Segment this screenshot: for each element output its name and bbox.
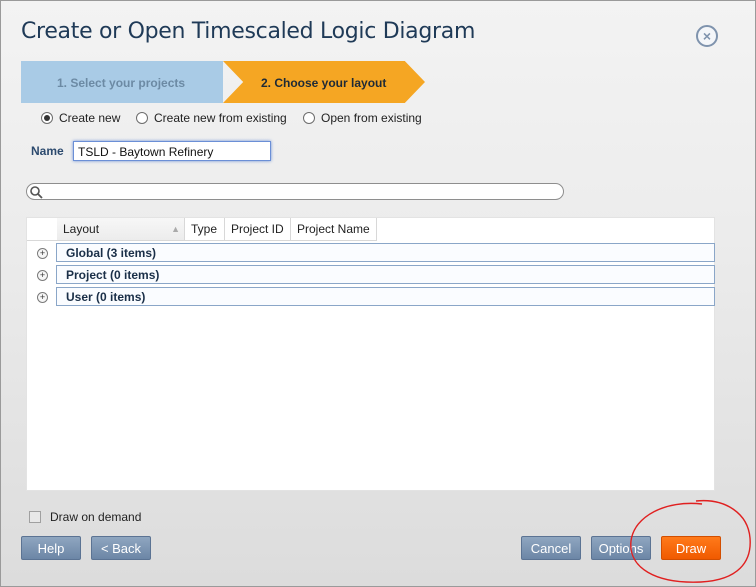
- radio-create-new-from-existing[interactable]: Create new from existing: [136, 111, 287, 125]
- radio-unselected-icon[interactable]: [303, 112, 315, 124]
- wizard-step-1-label: 1. Select your projects: [57, 76, 186, 90]
- search-icon: [30, 186, 43, 199]
- name-input[interactable]: TSLD - Baytown Refinery: [73, 141, 271, 161]
- group-label: Project (0 items): [56, 265, 715, 284]
- expand-icon[interactable]: +: [37, 270, 48, 281]
- dialog-title: Create or Open Timescaled Logic Diagram: [21, 19, 476, 44]
- column-header-layout[interactable]: Layout ▲: [57, 218, 185, 240]
- column-header-project-id[interactable]: Project ID: [225, 218, 291, 240]
- group-row-global[interactable]: + Global (3 items): [27, 243, 716, 263]
- radio-create-from-existing-label: Create new from existing: [154, 111, 287, 125]
- radio-unselected-icon[interactable]: [136, 112, 148, 124]
- search-input[interactable]: [26, 183, 564, 200]
- column-header-type[interactable]: Type: [185, 218, 225, 240]
- grid-header: Layout ▲ Type Project ID Project Name: [27, 218, 377, 241]
- expand-icon[interactable]: +: [37, 292, 48, 303]
- back-button[interactable]: < Back: [91, 536, 151, 560]
- group-row-user[interactable]: + User (0 items): [27, 287, 716, 307]
- expand-icon[interactable]: +: [37, 248, 48, 259]
- dialog-window: Create or Open Timescaled Logic Diagram …: [0, 0, 756, 587]
- close-icon[interactable]: ×: [696, 25, 718, 47]
- draw-on-demand-checkbox[interactable]: [29, 511, 41, 523]
- group-label: Global (3 items): [56, 243, 715, 262]
- group-row-project[interactable]: + Project (0 items): [27, 265, 716, 285]
- sort-icon: ▲: [171, 224, 180, 234]
- radio-selected-icon[interactable]: [41, 112, 53, 124]
- wizard-steps: 1. Select your projects 2. Choose your l…: [21, 61, 431, 103]
- help-button[interactable]: Help: [21, 536, 81, 560]
- column-header-project-name[interactable]: Project Name: [291, 218, 377, 240]
- name-label: Name: [31, 144, 64, 158]
- cancel-button[interactable]: Cancel: [521, 536, 581, 560]
- column-header-layout-label: Layout: [63, 222, 100, 236]
- radio-create-new[interactable]: Create new: [41, 111, 120, 125]
- radio-create-new-label: Create new: [59, 111, 121, 125]
- layout-grid: Layout ▲ Type Project ID Project Name + …: [26, 217, 715, 491]
- draw-button[interactable]: Draw: [661, 536, 721, 560]
- draw-on-demand-option[interactable]: Draw on demand: [29, 510, 141, 524]
- options-button[interactable]: Options: [591, 536, 651, 560]
- radio-open-from-existing[interactable]: Open from existing: [303, 111, 422, 125]
- draw-on-demand-label: Draw on demand: [50, 510, 142, 524]
- group-label: User (0 items): [56, 287, 715, 306]
- radio-open-from-existing-label: Open from existing: [321, 111, 422, 125]
- wizard-step-2-label: 2. Choose your layout: [261, 76, 387, 90]
